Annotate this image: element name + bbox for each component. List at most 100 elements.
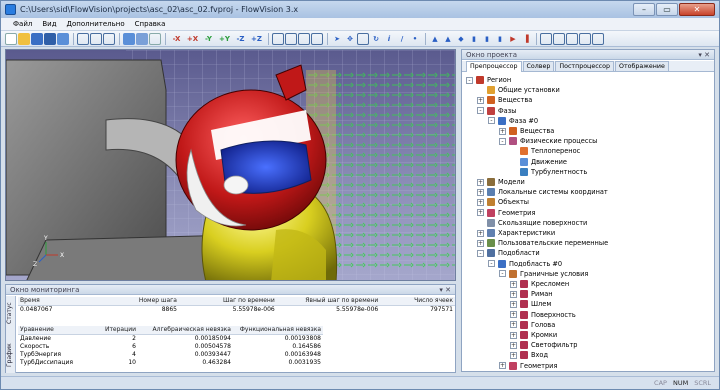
save-all-icon[interactable] (44, 32, 56, 45)
layout-grid-icon[interactable] (77, 32, 89, 45)
import-icon[interactable] (57, 32, 69, 45)
zoom-in-icon[interactable] (298, 32, 310, 45)
tree-item[interactable]: + Локальные системы координат (477, 187, 608, 197)
view-minus-x-icon[interactable]: -X (169, 33, 184, 45)
tree-item[interactable]: + Модели (477, 177, 525, 187)
view-plus-z-icon[interactable]: +Z (249, 33, 264, 45)
tree-item[interactable]: - Подобласти (477, 248, 540, 258)
tree-item[interactable]: - Подобласть #0 (488, 259, 562, 269)
tree-item[interactable]: + Объекты (477, 197, 529, 207)
tree-item[interactable]: + Геометрия (499, 361, 557, 371)
tab-graph[interactable]: График (6, 340, 16, 370)
pan-icon[interactable]: ✥ (344, 33, 356, 45)
expand-icon[interactable]: + (477, 209, 484, 217)
tree-item[interactable]: - Фазы (477, 106, 516, 116)
rotate-icon[interactable]: ↻ (370, 33, 382, 45)
settings-icon[interactable] (553, 32, 565, 45)
close-button[interactable]: ✕ (679, 3, 715, 16)
view-minus-z-icon[interactable]: -Z (233, 33, 248, 45)
step-icon[interactable]: ▲ (442, 33, 454, 45)
view-front-icon[interactable] (123, 32, 135, 45)
tab-postprocessor[interactable]: Постпроцессор (555, 61, 614, 71)
expand-icon[interactable]: + (510, 321, 517, 329)
stop-icon[interactable]: ▶ (507, 33, 519, 45)
tab-status[interactable]: Статус (6, 298, 16, 328)
tree-item[interactable]: + Светофильтр (510, 340, 577, 350)
view-grid-icon[interactable] (149, 32, 161, 45)
tab-solver[interactable]: Солвер (522, 61, 555, 71)
select-cursor-icon[interactable]: ➤ (331, 33, 343, 45)
collapse-icon[interactable]: - (499, 270, 506, 278)
tree-item[interactable]: + Вход (510, 350, 548, 360)
expand-icon[interactable]: + (510, 351, 517, 359)
tree-item[interactable]: + Геометрия (477, 208, 535, 218)
expand-icon[interactable]: + (510, 331, 517, 339)
tree-item[interactable]: + Кресломен (510, 279, 569, 289)
expand-icon[interactable]: + (477, 188, 484, 196)
pin-close-icon[interactable]: ▾ ✕ (698, 50, 710, 60)
expand-icon[interactable]: + (510, 290, 517, 298)
expand-icon[interactable]: + (510, 300, 517, 308)
collapse-icon[interactable]: - (466, 76, 473, 84)
zoom-box-icon[interactable] (272, 32, 284, 45)
monitor-icon[interactable]: ▮ (468, 33, 480, 45)
tree-item[interactable]: - Фаза #0 (488, 116, 538, 126)
expand-icon[interactable]: + (477, 229, 484, 237)
run-solver-icon[interactable]: ▲ (429, 33, 441, 45)
collapse-icon[interactable]: - (488, 117, 495, 125)
layout-split-icon[interactable] (90, 32, 102, 45)
tree-item[interactable]: + Характеристики (477, 228, 555, 238)
open-folder-icon[interactable] (18, 32, 30, 45)
pin-close-icon[interactable]: ▾ ✕ (439, 285, 451, 295)
expand-icon[interactable]: + (477, 239, 484, 247)
collapse-icon[interactable]: - (488, 260, 495, 268)
info-icon[interactable]: i (383, 33, 395, 45)
view-minus-y-icon[interactable]: -Y (201, 33, 216, 45)
save-icon[interactable] (31, 32, 43, 45)
tree-item[interactable]: + Пользовательские переменные (477, 238, 608, 248)
tree-item[interactable]: Общие установки (477, 85, 560, 95)
menu-file[interactable]: Файл (13, 20, 32, 28)
results-icon[interactable]: ▮ (481, 33, 493, 45)
tree-item[interactable]: - Физические процессы (499, 136, 597, 146)
maximize-button[interactable]: ▭ (656, 3, 678, 16)
save-results-icon[interactable]: ▮ (494, 33, 506, 45)
minimize-button[interactable]: – (633, 3, 655, 16)
view-plus-x-icon[interactable]: +X (185, 33, 200, 45)
view-side-icon[interactable] (136, 32, 148, 45)
tab-display[interactable]: Отображение (615, 61, 669, 71)
screenshot-icon[interactable] (357, 32, 369, 45)
collapse-icon[interactable]: - (477, 249, 484, 257)
tree-item[interactable]: + Голова (510, 320, 555, 330)
tab-preprocessor[interactable]: Препроцессор (466, 61, 522, 72)
menu-view[interactable]: Вид (42, 20, 56, 28)
connect-icon[interactable]: ◆ (455, 33, 467, 45)
tool-c-icon[interactable] (592, 32, 604, 45)
layout-quad-icon[interactable] (103, 32, 115, 45)
tree-item[interactable]: + Риман (510, 289, 553, 299)
zoom-fit-icon[interactable] (285, 32, 297, 45)
expand-icon[interactable]: + (499, 362, 506, 370)
tree-item[interactable]: Турбулентность (510, 167, 587, 177)
collapse-icon[interactable]: - (477, 107, 484, 115)
menu-help[interactable]: Справка (135, 20, 166, 28)
expand-icon[interactable]: + (477, 96, 484, 104)
expand-icon[interactable]: + (477, 198, 484, 206)
tree-item[interactable]: + Поверхность (510, 310, 576, 320)
zoom-out-icon[interactable] (311, 32, 323, 45)
expand-icon[interactable]: + (477, 178, 484, 186)
tree-item[interactable]: Скользящие поверхности (477, 218, 587, 228)
collapse-icon[interactable]: - (499, 137, 506, 145)
tree-item[interactable]: Теплоперенос (510, 146, 580, 156)
tree-item[interactable]: Движение (510, 157, 567, 167)
3d-viewport[interactable]: Y X Z (5, 49, 456, 281)
view-plus-y-icon[interactable]: +Y (217, 33, 232, 45)
expand-icon[interactable]: + (499, 127, 506, 135)
new-file-icon[interactable] (5, 32, 17, 45)
tool-a-icon[interactable] (566, 32, 578, 45)
tree-item[interactable]: + Кромки (510, 330, 557, 340)
expand-icon[interactable]: + (510, 280, 517, 288)
measure-icon[interactable]: / (396, 33, 408, 45)
tree-item[interactable]: - Регион (466, 75, 511, 85)
probe-icon[interactable]: • (409, 33, 421, 45)
